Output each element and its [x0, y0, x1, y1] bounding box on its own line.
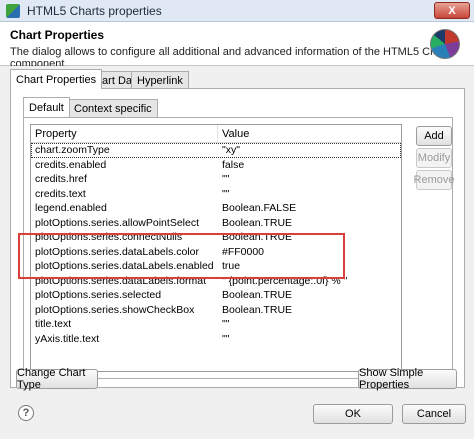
table-row[interactable]: credits.text ""	[31, 187, 401, 202]
default-properties-panel: Property Value chart.zoomType "xy" credits…	[23, 117, 454, 379]
tab-hyperlink[interactable]: Hyperlink	[131, 71, 189, 89]
change-chart-type-button[interactable]: Change Chart Type	[16, 367, 98, 391]
column-header-property[interactable]: Property	[31, 125, 218, 142]
value-cell[interactable]: "xy"	[218, 143, 240, 158]
dialog-body: Chart Properties Chart Data Hyperlink De…	[0, 66, 474, 439]
property-cell[interactable]: plotOptions.series.connectNulls	[31, 230, 218, 245]
table-row[interactable]: plotOptions.series.dataLabels.enabled tru…	[31, 259, 401, 274]
property-cell[interactable]: plotOptions.series.selected	[31, 288, 218, 303]
property-cell[interactable]: legend.enabled	[31, 201, 218, 216]
value-cell[interactable]: ""	[218, 332, 229, 347]
value-cell[interactable]: #FF0000	[218, 245, 264, 260]
value-cell[interactable]: Boolean.FALSE	[218, 201, 296, 216]
property-cell[interactable]: plotOptions.series.showCheckBox	[31, 303, 218, 318]
table-row[interactable]: plotOptions.series.allowPointSelect Boole…	[31, 216, 401, 231]
cancel-button[interactable]: Cancel	[402, 404, 466, 424]
property-cell[interactable]: plotOptions.series.dataLabels.format	[31, 274, 218, 289]
value-cell[interactable]: true	[218, 259, 240, 274]
table-row[interactable]: legend.enabled Boolean.FALSE	[31, 201, 401, 216]
table-row[interactable]: yAxis.title.text ""	[31, 332, 401, 347]
value-cell[interactable]: false	[218, 158, 244, 173]
dialog-header: Chart Properties The dialog allows to co…	[0, 22, 474, 70]
value-cell[interactable]: ""	[218, 317, 229, 332]
show-simple-properties-button[interactable]: Show Simple Properties	[358, 367, 457, 391]
chart-properties-panel: Default Context specific Property Value …	[10, 88, 465, 388]
table-row[interactable]: plotOptions.series.connectNulls Boolean.T…	[31, 230, 401, 245]
property-cell[interactable]: plotOptions.series.dataLabels.color	[31, 245, 218, 260]
window-title: HTML5 Charts properties	[27, 3, 162, 18]
add-button[interactable]: Add	[416, 126, 452, 146]
pie-chart-icon	[430, 29, 460, 59]
property-cell[interactable]: plotOptions.series.dataLabels.enabled	[31, 259, 218, 274]
table-body: chart.zoomType "xy" credits.enabled false cr…	[31, 143, 401, 346]
table-row[interactable]: title.text ""	[31, 317, 401, 332]
remove-button[interactable]: Remove	[414, 170, 454, 190]
table-header: Property Value	[31, 125, 401, 143]
column-header-value[interactable]: Value	[218, 125, 249, 142]
property-cell[interactable]: plotOptions.series.allowPointSelect	[31, 216, 218, 231]
tab-context-specific[interactable]: Context specific	[68, 99, 158, 117]
properties-table[interactable]: Property Value chart.zoomType "xy" credits…	[30, 124, 402, 372]
table-row[interactable]: chart.zoomType "xy"	[31, 143, 401, 158]
table-row[interactable]: credits.enabled false	[31, 158, 401, 173]
value-cell[interactable]: " {point.percentage:.0f} % "	[218, 274, 347, 289]
property-cell[interactable]: credits.text	[31, 187, 218, 202]
value-cell[interactable]: Boolean.TRUE	[218, 230, 292, 245]
property-cell[interactable]: credits.href	[31, 172, 218, 187]
help-icon[interactable]: ?	[18, 405, 34, 421]
value-cell[interactable]: ""	[218, 187, 229, 202]
value-cell[interactable]: Boolean.TRUE	[218, 303, 292, 318]
table-row[interactable]: credits.href ""	[31, 172, 401, 187]
value-cell[interactable]: ""	[218, 172, 229, 187]
value-cell[interactable]: Boolean.TRUE	[218, 216, 292, 231]
value-cell[interactable]: Boolean.TRUE	[218, 288, 292, 303]
tab-default[interactable]: Default	[23, 97, 70, 117]
close-button[interactable]: X	[434, 2, 470, 19]
table-row[interactable]: plotOptions.series.dataLabels.color #FF00…	[31, 245, 401, 260]
table-row[interactable]: plotOptions.series.dataLabels.format " {p…	[31, 274, 401, 289]
modify-button[interactable]: Modify	[416, 148, 452, 168]
dialog-header-title: Chart Properties	[10, 28, 105, 42]
table-row[interactable]: plotOptions.series.showCheckBox Boolean.T…	[31, 303, 401, 318]
ok-button[interactable]: OK	[313, 404, 393, 424]
property-cell[interactable]: credits.enabled	[31, 158, 218, 173]
property-cell[interactable]: title.text	[31, 317, 218, 332]
table-row[interactable]: plotOptions.series.selected Boolean.TRUE	[31, 288, 401, 303]
app-icon	[6, 3, 20, 18]
tab-chart-properties[interactable]: Chart Properties	[10, 69, 103, 89]
property-cell[interactable]: chart.zoomType	[31, 143, 218, 158]
property-cell[interactable]: yAxis.title.text	[31, 332, 218, 347]
title-bar: HTML5 Charts properties X	[0, 0, 474, 22]
